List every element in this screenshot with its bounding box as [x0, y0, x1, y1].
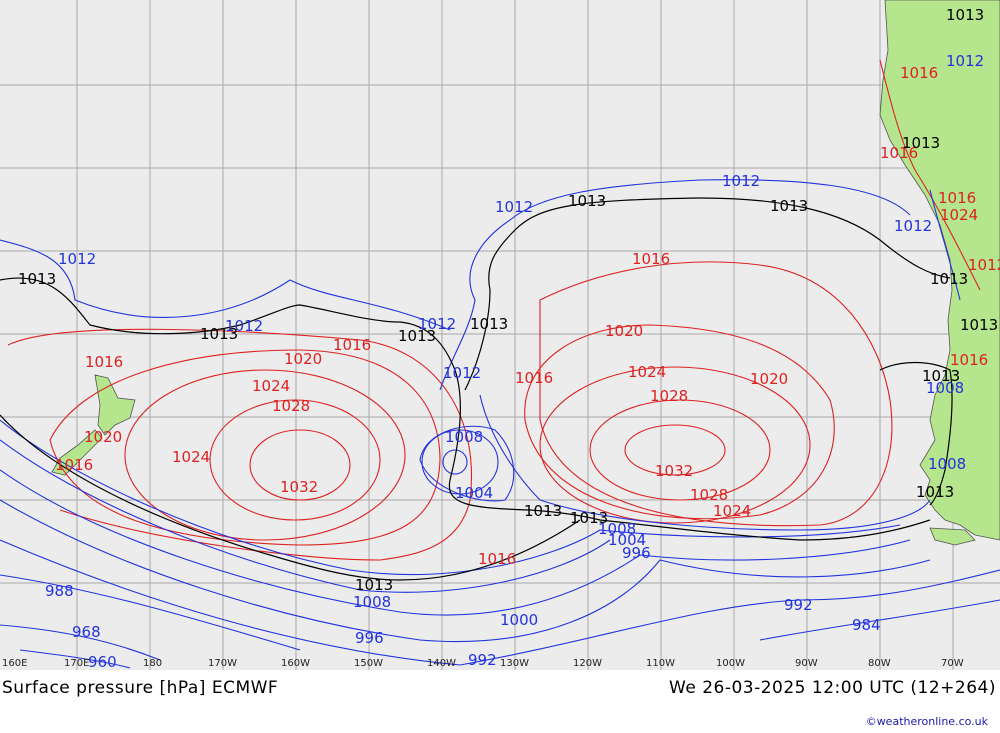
isobar-label: 992: [784, 596, 813, 614]
isobar-label: 996: [622, 544, 651, 562]
isobar-label: 1013: [568, 192, 606, 210]
lon-label: 120W: [573, 658, 602, 669]
isobar-label: 1020: [750, 370, 788, 388]
isobar-label: 1012: [495, 198, 533, 216]
surface-pressure-map: 160E 170E 180 170W 160W 150W 140W 130W 1…: [0, 0, 1000, 670]
isobar-label: 1016: [515, 369, 553, 387]
isobar-label: 1008: [353, 593, 391, 611]
lon-label: 170E: [64, 658, 89, 669]
isobar-label: 1024: [940, 206, 978, 224]
map-title: Surface pressure [hPa] ECMWF: [2, 678, 279, 698]
isobar-label: 992: [468, 651, 497, 669]
isobar-label: 1016: [55, 456, 93, 474]
map-footer: Surface pressure [hPa] ECMWF We 26-03-20…: [0, 670, 1000, 733]
isobar-label: 1013: [200, 325, 238, 343]
isobar-label: 1024: [252, 377, 290, 395]
lon-label: 150W: [354, 658, 383, 669]
lon-label: 70W: [941, 658, 964, 669]
isobar-label: 1016: [85, 353, 123, 371]
isobar-label: 1013: [770, 197, 808, 215]
isobar-label: 1013: [946, 6, 984, 24]
isobar-label: 984: [852, 616, 881, 634]
isobar-label: 1012: [968, 256, 1000, 274]
isobar-label: 1008: [928, 455, 966, 473]
isobar-label: 1013: [18, 270, 56, 288]
isobar-label: 1032: [655, 462, 693, 480]
lon-label: 90W: [795, 658, 818, 669]
isobar-label: 1012: [946, 52, 984, 70]
isobar-label: 1016: [632, 250, 670, 268]
isobar-label: 1024: [713, 502, 751, 520]
isobar-label: 1020: [84, 428, 122, 446]
isobar-label: 1032: [280, 478, 318, 496]
isobar-label: 988: [45, 582, 74, 600]
isobar-label: 1008: [445, 428, 483, 446]
isobar-label: 1020: [605, 322, 643, 340]
isobar-label: 1013: [916, 483, 954, 501]
isobar-label: 1016: [478, 550, 516, 568]
isobar-label: 1000: [500, 611, 538, 629]
lon-label: 170W: [208, 658, 237, 669]
isobar-label: 1012: [722, 172, 760, 190]
isobar-label: 1024: [628, 363, 666, 381]
isobar-label: 1016: [900, 64, 938, 82]
isobar-label: 1012: [894, 217, 932, 235]
isobar-label: 1012: [443, 364, 481, 382]
lon-label: 140W: [427, 658, 456, 669]
isobar-label: 1028: [650, 387, 688, 405]
isobar-label: 1004: [455, 484, 493, 502]
isobar-label: 1013: [470, 315, 508, 333]
isobar-label: 1013: [524, 502, 562, 520]
isobar-label: 1020: [284, 350, 322, 368]
isobar-label: 1013: [930, 270, 968, 288]
isobar-label: 1013: [922, 367, 960, 385]
isobar-label: 968: [72, 623, 101, 641]
lon-label: 130W: [500, 658, 529, 669]
isobar-label: 996: [355, 629, 384, 647]
isobar-label: 1012: [58, 250, 96, 268]
isobar-label: 1016: [333, 336, 371, 354]
isobar-label: 1016: [938, 189, 976, 207]
lon-label: 100W: [716, 658, 745, 669]
isobar-label: 1013: [355, 576, 393, 594]
isobar-label: 1013: [398, 327, 436, 345]
credit-link[interactable]: ©weatheronline.co.uk: [866, 715, 988, 728]
lon-label: 160W: [281, 658, 310, 669]
lon-label: 180: [143, 658, 162, 669]
isobar-label: 1028: [272, 397, 310, 415]
isobar-label: 1013: [570, 509, 608, 527]
lon-label: 110W: [646, 658, 675, 669]
isobar-label: 1013: [960, 316, 998, 334]
isobar-label: 960: [88, 653, 117, 670]
lon-label: 80W: [868, 658, 891, 669]
valid-time: We 26-03-2025 12:00 UTC (12+264): [669, 678, 996, 698]
isobar-label: 1024: [172, 448, 210, 466]
isobar-label: 1013: [902, 134, 940, 152]
lon-label: 160E: [2, 658, 27, 669]
